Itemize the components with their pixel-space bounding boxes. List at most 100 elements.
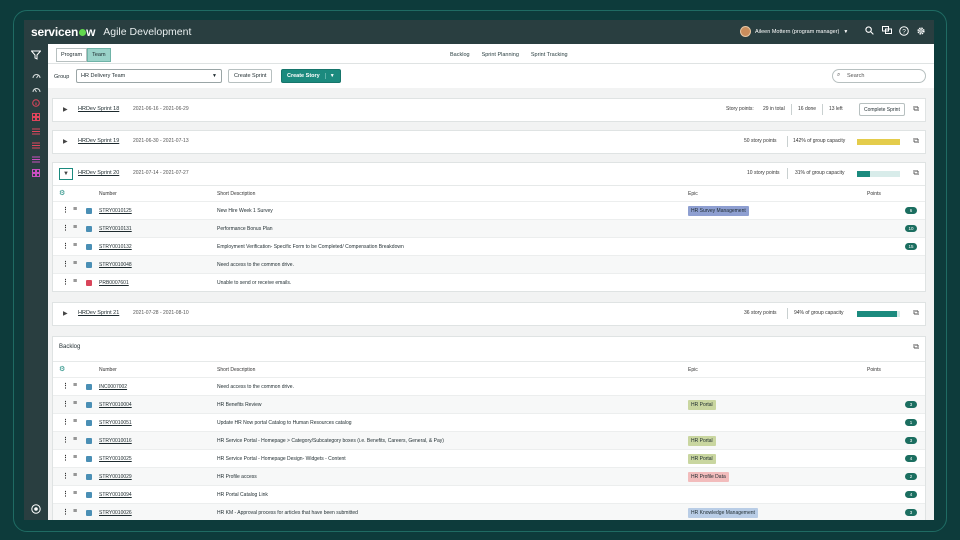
gear-icon[interactable] [915, 25, 926, 36]
sprint-name[interactable]: HRDev Sprint 18 [78, 106, 119, 112]
drag-handle-icon[interactable]: ≡ [73, 400, 77, 407]
drag-handle-icon[interactable]: ≡ [73, 436, 77, 443]
table-row[interactable]: ⋮ ≡ PRB0007601 Unable to send or receive em… [53, 273, 925, 291]
list-icon-2[interactable] [30, 140, 42, 150]
more-actions-icon[interactable]: ⋮ [62, 260, 69, 268]
epic-badge[interactable]: HR Profile Data [688, 472, 729, 482]
table-row[interactable]: ⋮ ≡ STRY0010094 HR Portal Catalog Link 4 [53, 485, 925, 503]
record-number-link[interactable]: STRY0010004 [99, 402, 132, 408]
gauge-icon[interactable] [30, 84, 42, 94]
user-menu[interactable]: Aileen Mottern (program manager) ▼ [740, 26, 848, 37]
dashboard-icon[interactable] [30, 70, 42, 80]
drag-handle-icon[interactable]: ≡ [73, 490, 77, 497]
create-sprint-button[interactable]: Create Sprint [228, 69, 273, 83]
record-number-link[interactable]: STRY0010132 [99, 244, 132, 250]
gear-icon[interactable]: ⚙ [59, 365, 65, 373]
sprint-name[interactable]: HRDev Sprint 19 [78, 138, 119, 144]
table-row[interactable]: ⋮ ≡ STRY0010025 HR Service Portal - Homepag… [53, 449, 925, 467]
open-external-icon[interactable]: ⧉ [913, 308, 919, 318]
drag-handle-icon[interactable]: ≡ [73, 382, 77, 389]
more-actions-icon[interactable]: ⋮ [62, 382, 69, 390]
record-number-link[interactable]: STRY0010026 [99, 510, 132, 516]
more-actions-icon[interactable]: ⋮ [62, 206, 69, 214]
table-row[interactable]: ⋮ ≡ STRY0010125 New Hire Week 1 Survey HR Su… [53, 201, 925, 219]
more-actions-icon[interactable]: ⋮ [62, 400, 69, 408]
info-icon[interactable] [30, 98, 42, 108]
more-actions-icon[interactable]: ⋮ [62, 454, 69, 462]
servicenow-logo[interactable]: servicen w [31, 25, 95, 39]
chat-icon[interactable] [881, 25, 892, 36]
open-external-icon[interactable]: ⧉ [913, 104, 919, 114]
sprint-name[interactable]: HRDev Sprint 21 [78, 310, 119, 316]
drag-handle-icon[interactable]: ≡ [73, 206, 77, 213]
drag-handle-icon[interactable]: ≡ [73, 454, 77, 461]
scope-team-button[interactable]: Team [87, 48, 111, 62]
table-row[interactable]: ⋮ ≡ INC0007002 Need access to the common dr… [53, 377, 925, 395]
open-external-icon[interactable]: ⧉ [913, 342, 919, 352]
grid-icon[interactable] [30, 112, 42, 122]
more-actions-icon[interactable]: ⋮ [62, 508, 69, 516]
group-select[interactable]: HR Delivery Team ▼ [76, 69, 222, 83]
expand-icon[interactable]: ▶ [63, 138, 68, 145]
more-actions-icon[interactable]: ⋮ [62, 278, 69, 286]
tab-backlog[interactable]: Backlog [444, 44, 476, 66]
tab-sprint-tracking[interactable]: Sprint Tracking [525, 44, 574, 66]
more-actions-icon[interactable]: ⋮ [62, 472, 69, 480]
collapse-icon[interactable]: ▼ [59, 168, 73, 180]
table-row[interactable]: ⋮ ≡ STRY0010132 Employment Verification- Sp… [53, 237, 925, 255]
scope-program-button[interactable]: Program [56, 48, 88, 62]
record-number-link[interactable]: STRY0010016 [99, 438, 132, 444]
sprint-name[interactable]: HRDev Sprint 20 [78, 170, 119, 176]
drag-handle-icon[interactable]: ≡ [73, 472, 77, 479]
apps-icon[interactable] [30, 168, 42, 178]
table-row[interactable]: ⋮ ≡ STRY0010026 HR KM - Approval process fo… [53, 503, 925, 520]
epic-badge[interactable]: HR Portal [688, 454, 716, 464]
epic-badge[interactable]: HR Survey Management [688, 206, 749, 216]
record-number-link[interactable]: PRB0007601 [99, 280, 129, 286]
table-row[interactable]: ⋮ ≡ STRY0010029 HR Profile access HR Profile… [53, 467, 925, 485]
open-external-icon[interactable]: ⧉ [913, 136, 919, 146]
gear-icon[interactable]: ⚙ [59, 189, 65, 197]
record-icon[interactable] [30, 504, 42, 514]
list-icon[interactable] [30, 126, 42, 136]
more-actions-icon[interactable]: ⋮ [62, 418, 69, 426]
drag-handle-icon[interactable]: ≡ [73, 224, 77, 231]
search-field[interactable]: ⌕ Search [832, 69, 926, 83]
list-icon-3[interactable] [30, 154, 42, 164]
table-row[interactable]: ⋮ ≡ STRY0010048 Need access to the common d… [53, 255, 925, 273]
tab-sprint-planning[interactable]: Sprint Planning [475, 44, 525, 66]
record-number-link[interactable]: STRY0010051 [99, 420, 132, 426]
record-number-link[interactable]: STRY0010048 [99, 262, 132, 268]
record-number-link[interactable]: STRY0010094 [99, 492, 132, 498]
drag-handle-icon[interactable]: ≡ [73, 508, 77, 515]
expand-icon[interactable]: ▶ [63, 310, 68, 317]
table-row[interactable]: ⋮ ≡ STRY0010004 HR Benefits Review HR Portal… [53, 395, 925, 413]
search-icon[interactable] [864, 25, 875, 36]
drag-handle-icon[interactable]: ≡ [73, 418, 77, 425]
more-actions-icon[interactable]: ⋮ [62, 224, 69, 232]
drag-handle-icon[interactable]: ≡ [73, 242, 77, 249]
epic-badge[interactable]: HR Knowledge Management [688, 508, 758, 518]
table-row[interactable]: ⋮ ≡ STRY0010131 Performance Bonus Plan 10 [53, 219, 925, 237]
expand-icon[interactable]: ▶ [63, 106, 68, 113]
drag-handle-icon[interactable]: ≡ [73, 278, 77, 285]
create-story-button[interactable]: Create Story ▼ [281, 69, 341, 83]
table-row[interactable]: ⋮ ≡ STRY0010051 Update HR Now portal Catalo… [53, 413, 925, 431]
chevron-down-icon[interactable]: ▼ [324, 73, 335, 79]
more-actions-icon[interactable]: ⋮ [62, 490, 69, 498]
record-number-link[interactable]: STRY0010125 [99, 208, 132, 214]
epic-badge[interactable]: HR Portal [688, 400, 716, 410]
help-icon[interactable]: ? [898, 25, 909, 36]
epic-badge[interactable]: HR Portal [688, 436, 716, 446]
more-actions-icon[interactable]: ⋮ [62, 436, 69, 444]
record-number-link[interactable]: STRY0010131 [99, 226, 132, 232]
record-number-link[interactable]: STRY0010029 [99, 474, 132, 480]
filter-icon[interactable] [30, 50, 42, 60]
drag-handle-icon[interactable]: ≡ [73, 260, 77, 267]
open-external-icon[interactable]: ⧉ [913, 168, 919, 178]
table-row[interactable]: ⋮ ≡ STRY0010016 HR Service Portal - Homepag… [53, 431, 925, 449]
more-actions-icon[interactable]: ⋮ [62, 242, 69, 250]
complete-sprint-button[interactable]: Complete Sprint [859, 103, 905, 116]
record-number-link[interactable]: STRY0010025 [99, 456, 132, 462]
record-number-link[interactable]: INC0007002 [99, 384, 127, 390]
